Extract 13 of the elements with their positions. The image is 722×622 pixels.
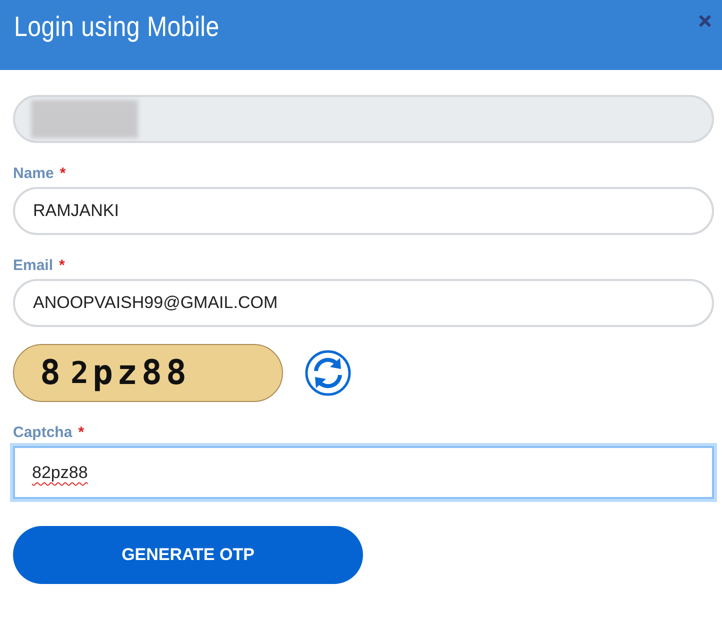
required-mark: *	[60, 165, 66, 182]
required-mark: *	[59, 257, 65, 274]
generate-otp-button[interactable]: GENERATE OTP	[13, 526, 363, 584]
field-label: Name	[13, 165, 54, 182]
refresh-icon[interactable]	[305, 350, 351, 396]
input-field[interactable]: 82pz88	[13, 446, 714, 499]
close-button[interactable]	[698, 14, 712, 28]
required-mark: *	[78, 424, 84, 441]
dialog-title: Login using Mobile	[14, 11, 220, 43]
field-label: Captcha	[13, 424, 72, 441]
input-field[interactable]: RAMJANKI	[13, 187, 714, 235]
field-label: Email	[13, 257, 54, 274]
input-field[interactable]: ANOOPVAISH99@GMAIL.COM	[13, 279, 714, 327]
